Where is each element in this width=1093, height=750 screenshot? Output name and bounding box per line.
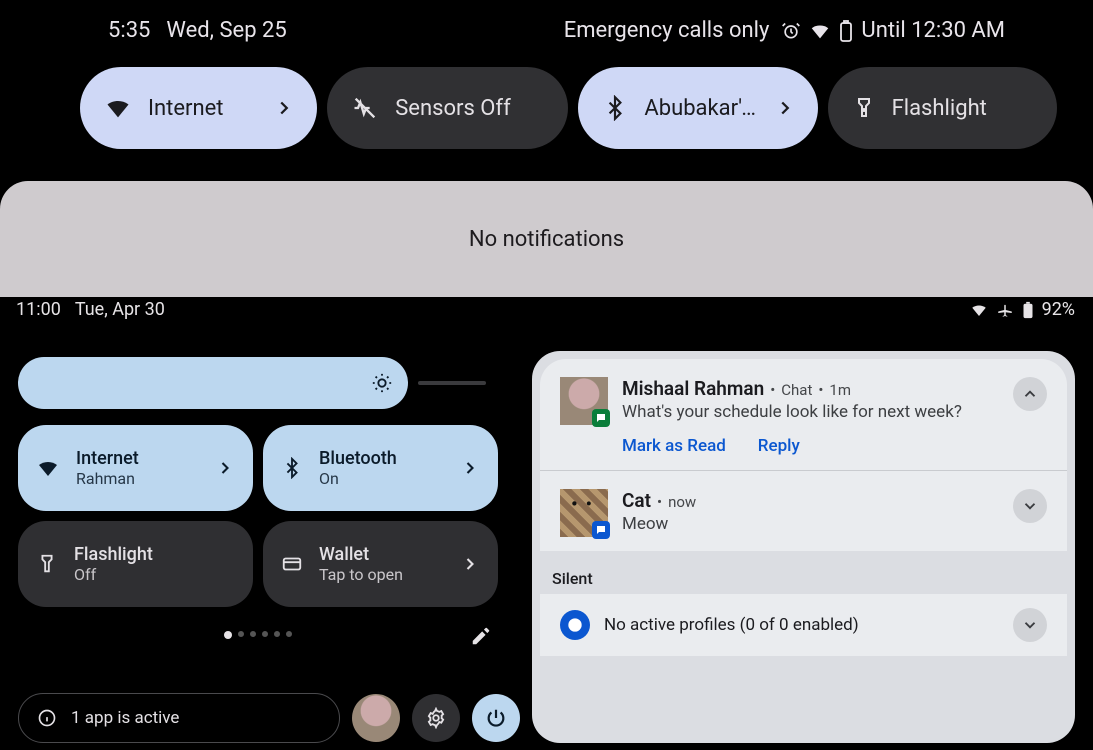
chevron-right-icon xyxy=(273,97,295,119)
chevron-right-icon xyxy=(460,458,480,478)
avatar xyxy=(560,489,608,537)
qs-title: Bluetooth xyxy=(319,448,444,469)
notification-message: What's your schedule look like for next … xyxy=(622,402,999,422)
qs-tile-label: Internet xyxy=(148,96,257,121)
clock-time: 5:35 xyxy=(108,18,150,43)
qs-tile-internet[interactable]: Internet Rahman xyxy=(18,425,253,511)
qs-tile-sensors[interactable]: Sensors Off xyxy=(327,67,568,149)
qs-tile-label: Sensors Off xyxy=(395,96,546,121)
no-notifications-panel: No notifications xyxy=(0,181,1093,297)
emergency-text: Emergency calls only xyxy=(564,18,770,43)
flashlight-icon xyxy=(852,96,876,120)
avatar-image xyxy=(352,694,400,742)
pager-dot xyxy=(250,631,256,637)
expand-button[interactable] xyxy=(1013,489,1047,523)
bluetooth-icon xyxy=(602,95,628,121)
qs-title: Wallet xyxy=(319,544,444,565)
status-bar-top: 5:35 Wed, Sep 25 Emergency calls only Un… xyxy=(0,0,1093,43)
battery-percent: 92% xyxy=(1042,299,1075,320)
chevron-right-icon xyxy=(460,554,480,574)
flashlight-icon xyxy=(36,553,58,575)
edit-tiles-button[interactable] xyxy=(470,625,492,647)
notification-item-profiles[interactable]: No active profiles (0 of 0 enabled) xyxy=(540,594,1067,656)
pager-dot xyxy=(286,631,292,637)
chevron-up-icon xyxy=(1021,385,1039,403)
qs-subtitle: On xyxy=(319,469,444,488)
chevron-down-icon xyxy=(1021,616,1039,634)
clock-date: Wed, Sep 25 xyxy=(166,18,286,43)
notification-time: now xyxy=(668,493,696,511)
sensors-off-icon xyxy=(351,94,379,122)
settings-button[interactable] xyxy=(412,694,460,742)
active-apps-chip[interactable]: 1 app is active xyxy=(18,693,340,743)
chevron-down-icon xyxy=(1021,497,1039,515)
active-apps-label: 1 app is active xyxy=(71,708,179,728)
info-icon xyxy=(37,708,57,728)
power-icon xyxy=(485,707,507,729)
notification-message: Meow xyxy=(622,514,999,534)
chat-app-badge-icon xyxy=(592,409,610,427)
qs-title: Flashlight xyxy=(74,544,235,565)
airplane-icon xyxy=(996,301,1014,319)
bluetooth-icon xyxy=(281,457,303,479)
quick-settings-row-top: Internet Sensors Off Abubakar's.. Flashl… xyxy=(0,43,1093,149)
pager-dot xyxy=(224,631,232,639)
clock-time: 11:00 xyxy=(16,299,61,320)
qs-tile-wallet[interactable]: Wallet Tap to open xyxy=(263,521,498,607)
notification-time: 1m xyxy=(829,381,851,399)
qs-tile-bluetooth[interactable]: Bluetooth On xyxy=(263,425,498,511)
notification-shade: Mishaal Rahman • Chat • 1m What's your s… xyxy=(532,351,1075,743)
wifi-icon xyxy=(104,94,132,122)
avatar xyxy=(560,377,608,425)
qs-tile-internet[interactable]: Internet xyxy=(80,67,317,149)
silent-section-label: Silent xyxy=(532,551,1075,594)
wifi-icon xyxy=(970,301,988,319)
qs-tile-flashlight[interactable]: Flashlight xyxy=(828,67,1057,149)
pager-dot xyxy=(238,631,244,637)
until-text: Until 12:30 AM xyxy=(861,18,1005,43)
no-notifications-text: No notifications xyxy=(469,227,624,252)
alarm-icon xyxy=(781,21,801,41)
wallet-icon xyxy=(281,553,303,575)
status-bar-bottom: 11:00 Tue, Apr 30 92% xyxy=(16,299,1075,320)
qs-subtitle: Rahman xyxy=(76,469,199,488)
brightness-slider[interactable] xyxy=(18,357,408,409)
qs-subtitle: Tap to open xyxy=(319,565,444,584)
messages-app-badge-icon xyxy=(592,521,610,539)
user-avatar-button[interactable] xyxy=(352,694,400,742)
battery-icon xyxy=(839,20,853,42)
notification-item-chat[interactable]: Mishaal Rahman • Chat • 1m What's your s… xyxy=(540,359,1067,470)
pager-dot xyxy=(262,631,268,637)
qs-pager[interactable] xyxy=(18,631,498,639)
notification-item-cat[interactable]: Cat • now Meow xyxy=(540,471,1067,551)
qs-title: Internet xyxy=(76,448,199,469)
clock-date: Tue, Apr 30 xyxy=(75,299,165,320)
qs-subtitle: Off xyxy=(74,565,235,584)
brightness-icon xyxy=(368,369,396,397)
wifi-icon xyxy=(36,456,60,480)
profiles-text: No active profiles (0 of 0 enabled) xyxy=(604,615,999,635)
gear-icon xyxy=(425,707,447,729)
reply-button[interactable]: Reply xyxy=(758,436,800,456)
qs-tile-bluetooth[interactable]: Abubakar's.. xyxy=(578,67,817,149)
qs-footer: 1 app is active xyxy=(18,693,520,743)
pager-dot xyxy=(274,631,280,637)
wifi-icon xyxy=(809,20,831,42)
notification-sender: Cat xyxy=(622,489,651,512)
qs-tile-flashlight[interactable]: Flashlight Off xyxy=(18,521,253,607)
qs-tile-label: Abubakar's.. xyxy=(644,96,757,121)
quick-settings-panel: Internet Rahman Bluetooth On xyxy=(18,321,518,743)
collapse-button[interactable] xyxy=(1013,377,1047,411)
notification-sender: Mishaal Rahman xyxy=(622,377,764,400)
power-button[interactable] xyxy=(472,694,520,742)
battery-icon xyxy=(1022,301,1034,319)
chevron-right-icon xyxy=(774,97,796,119)
notification-source: Chat xyxy=(781,381,812,399)
mark-as-read-button[interactable]: Mark as Read xyxy=(622,436,726,456)
qs-tile-label: Flashlight xyxy=(892,96,1035,121)
dnd-icon xyxy=(560,610,590,640)
expand-button[interactable] xyxy=(1013,608,1047,642)
chevron-right-icon xyxy=(215,458,235,478)
brightness-track-remaining xyxy=(418,381,486,385)
